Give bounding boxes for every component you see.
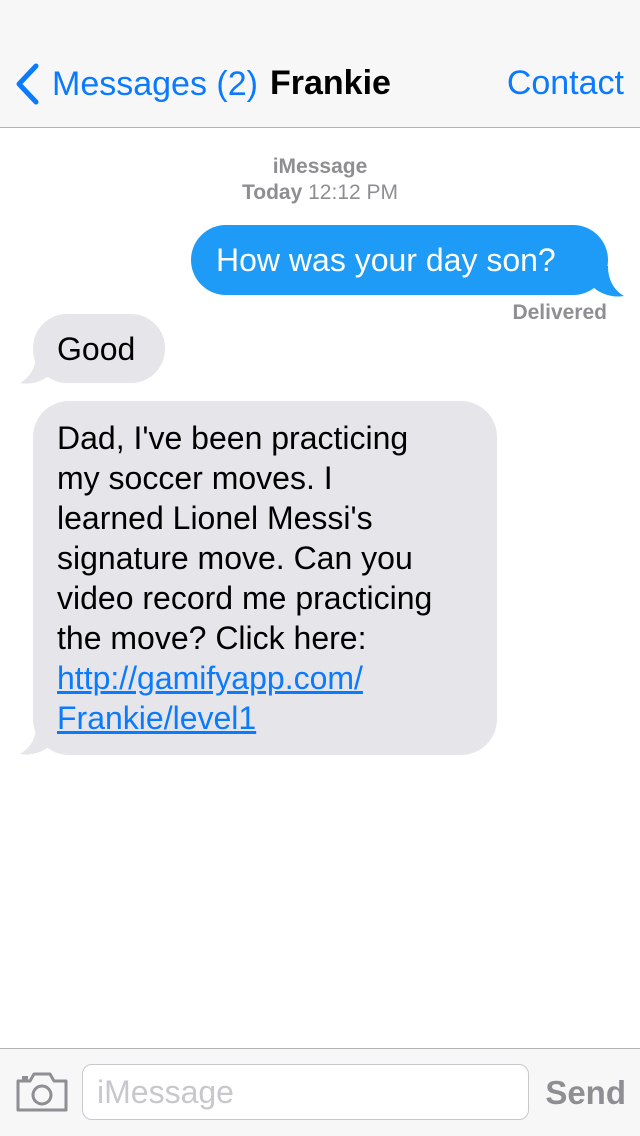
service-label: iMessage	[272, 155, 368, 178]
camera-icon[interactable]	[15, 1071, 69, 1113]
message-input[interactable]	[82, 1064, 529, 1120]
navigation-bar: Messages (2) Frankie Contact	[0, 0, 640, 128]
message-input-bar: Send	[0, 1048, 640, 1136]
contact-name-title: Frankie	[270, 64, 391, 102]
back-button[interactable]: Messages (2)	[14, 60, 258, 108]
message-text: How was your day son?	[216, 242, 556, 278]
incoming-message-bubble[interactable]: Dad, I've been practicing my soccer move…	[33, 401, 497, 755]
outgoing-message-bubble[interactable]: How was your day son?	[191, 225, 608, 295]
message-text-line: learned Lionel Messi's	[57, 500, 373, 536]
message-text-line: my soccer moves. I	[57, 460, 333, 496]
message-text-line: signature move. Can you	[57, 540, 413, 576]
message-text-line: Dad, I've been practicing	[57, 420, 409, 456]
message-link[interactable]: http://gamifyapp.com/	[57, 658, 477, 698]
conversation-screen: Messages (2) Frankie Contact iMessage To…	[0, 0, 640, 1136]
thread-timestamp: Today 12:12 PM	[0, 181, 640, 205]
delivery-status: Delivered	[512, 301, 607, 324]
message-text-line: video record me practicing	[57, 580, 433, 616]
incoming-message-bubble[interactable]: Good	[33, 314, 165, 383]
contact-button[interactable]: Contact	[507, 64, 624, 103]
chevron-left-icon	[16, 63, 39, 105]
send-button[interactable]: Send	[545, 1074, 626, 1112]
message-link[interactable]: Frankie/level1	[57, 698, 477, 738]
timestamp-time: 12:12 PM	[308, 181, 399, 204]
message-text: Good	[57, 331, 136, 367]
message-text-line: the move? Click here:	[57, 620, 367, 656]
back-button-label[interactable]: Messages (2)	[52, 65, 258, 104]
timestamp-day: Today	[241, 181, 303, 204]
